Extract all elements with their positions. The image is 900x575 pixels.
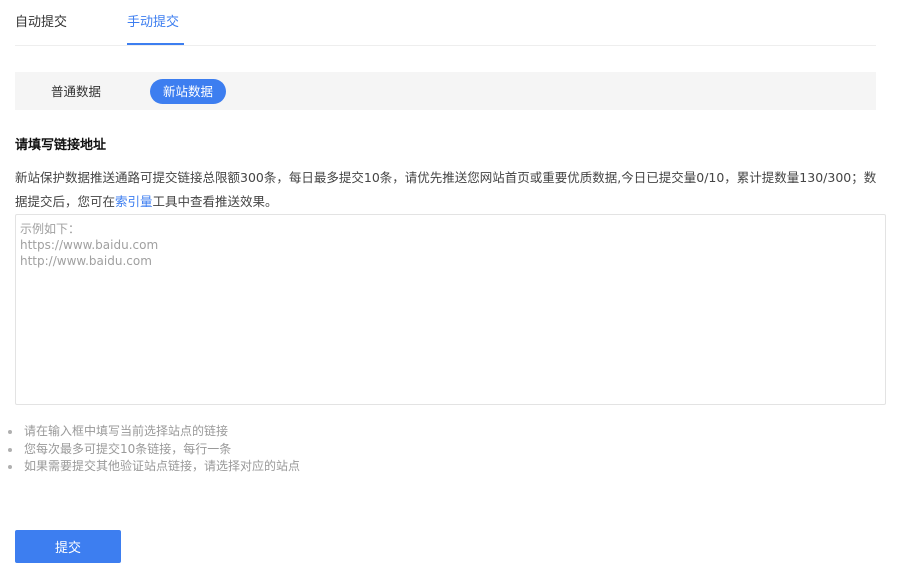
active-tab-indicator [127, 43, 184, 45]
bullet-icon [8, 447, 12, 452]
tip-item: 请在输入框中填写当前选择站点的链接 [8, 423, 300, 441]
index-volume-link[interactable]: 索引量 [115, 194, 153, 209]
submit-button[interactable]: 提交 [15, 530, 121, 563]
tab-manual-submit[interactable]: 手动提交 [127, 14, 179, 32]
form-title: 请填写链接地址 [15, 138, 107, 153]
data-type-normal[interactable]: 普通数据 [38, 79, 114, 104]
bullet-icon [8, 430, 12, 434]
tip-item: 您每次最多可提交10条链接，每行一条 [8, 441, 300, 459]
tips-list: 请在输入框中填写当前选择站点的链接 您每次最多可提交10条链接，每行一条 如果需… [8, 423, 300, 476]
description-text-end: 工具中查看推送效果。 [152, 194, 278, 209]
tip-item: 如果需要提交其他验证站点链接，请选择对应的站点 [8, 458, 300, 476]
data-type-new-site[interactable]: 新站数据 [150, 79, 227, 104]
tab-auto-submit[interactable]: 自动提交 [15, 14, 67, 32]
bullet-icon [8, 465, 12, 469]
submit-mode-tabs: 自动提交 手动提交 [15, 0, 876, 46]
url-textarea[interactable] [15, 214, 886, 405]
page: 自动提交 手动提交 普通数据 新站数据 请填写链接地址 新站保护数据推送通路可提… [0, 0, 900, 575]
data-type-switch: 普通数据 新站数据 [15, 72, 876, 110]
tip-text: 如果需要提交其他验证站点链接，请选择对应的站点 [24, 459, 301, 473]
tip-text: 请在输入框中填写当前选择站点的链接 [24, 424, 229, 438]
tip-text: 您每次最多可提交10条链接，每行一条 [24, 441, 232, 456]
form-description: 新站保护数据推送通路可提交链接总限额300条，每日最多提交10条，请优先推送您网… [15, 166, 881, 214]
